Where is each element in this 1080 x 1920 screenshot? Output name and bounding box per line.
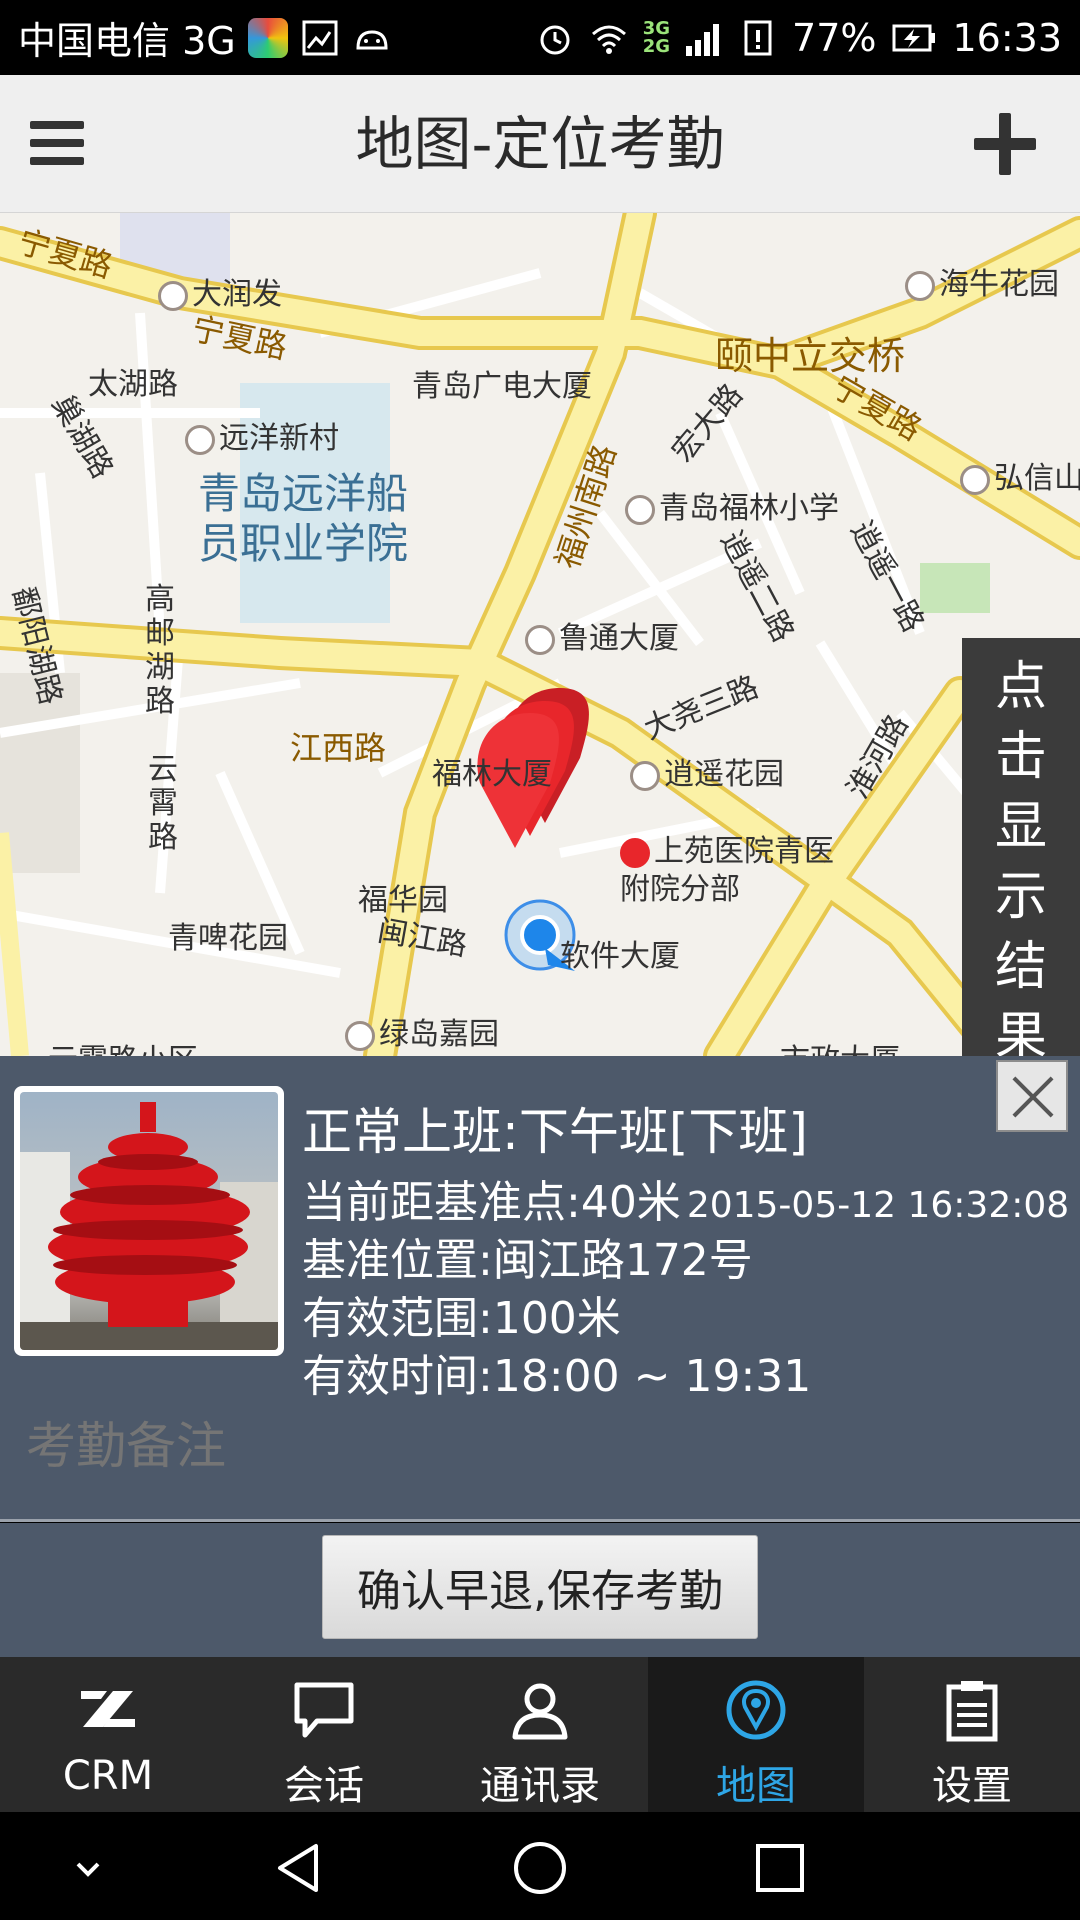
poi-name: 远洋新村: [219, 421, 339, 456]
tab-crm[interactable]: CRM: [0, 1657, 216, 1812]
building-poi-icon: [960, 464, 990, 495]
tab-settings[interactable]: 设置: [864, 1657, 1080, 1812]
system-navigation-bar: [0, 1812, 1080, 1920]
map-label-poi: 弘信山: [960, 453, 1080, 497]
action-bar: 确认早退,保存考勤: [0, 1523, 1080, 1657]
tab-contacts[interactable]: 通讯录: [432, 1657, 648, 1812]
divider: [0, 1519, 1080, 1522]
poi-name: 绿岛嘉园: [379, 1017, 499, 1052]
school-poi-icon: [625, 494, 655, 525]
building-poi-icon: [525, 624, 555, 655]
map-label-poi: 海牛花园: [905, 259, 1059, 303]
show-results-panel[interactable]: 点击显示结果页: [962, 638, 1080, 1056]
shopping-poi-icon: [158, 280, 188, 311]
map-label-poi: 上苑医院青医附院分部: [620, 833, 860, 909]
app-notification-icon: [247, 17, 288, 58]
map-label-bridge: 颐中立交桥: [715, 334, 906, 378]
carrier-label: 中国电信 3G: [18, 19, 236, 63]
map-label-road: 江西路: [290, 729, 387, 767]
alarm-clock-icon: [540, 25, 570, 54]
sim-alert-icon: [744, 20, 772, 55]
battery-percent: 77%: [792, 15, 877, 60]
map-label-road: 太湖路: [88, 367, 178, 402]
tab-label: CRM: [62, 1753, 154, 1799]
record-timestamp: 2015-05-12 16:32:08: [686, 1185, 1070, 1226]
attendance-info-panel: 正常上班:下午班[下班] 当前距基准点:40米 2015-05-12 16:32:…: [0, 1056, 1080, 1522]
android-icon: [356, 29, 388, 49]
network-3g-label: 3G: [642, 17, 671, 39]
map-label-school: 青岛远洋船员职业学院: [198, 469, 409, 568]
hide-keyboard-chevron-icon[interactable]: [60, 1840, 116, 1896]
building-poi-icon: [905, 270, 935, 301]
wifi-icon: [591, 25, 626, 54]
tab-label: 会话: [284, 1763, 364, 1809]
building-poi-icon: [630, 760, 660, 791]
valid-time-text: 有效时间:18:00 ~ 19:31: [302, 1351, 812, 1402]
map-view[interactable]: 宁夏路 宁夏路 宁夏路 大润发 海牛花园 太湖路 青岛广电大厦 颐中立交桥 巢湖…: [0, 213, 1080, 1056]
poi-name: 青岛福林小学: [659, 491, 839, 526]
building-poi-icon: [345, 1020, 375, 1051]
poi-name: 上苑医院青医附院分部: [620, 834, 834, 907]
poi-name: 海牛花园: [939, 267, 1059, 302]
tab-chat[interactable]: 会话: [216, 1657, 432, 1812]
may-fourth-sculpture-image: [20, 1102, 278, 1350]
recent-apps-square-icon[interactable]: [752, 1840, 808, 1896]
map-label-poi: 软件大厦: [560, 939, 680, 974]
plus-icon[interactable]: [970, 109, 1040, 179]
building-poi-icon: [185, 424, 215, 455]
distance-line: 当前距基准点:40米 2015-05-12 16:32:08: [302, 1166, 1069, 1230]
network-type: 3G 2G: [642, 17, 671, 57]
clipboard-settings-icon: [946, 1681, 998, 1742]
bottom-tab-bar: CRM 会话 通讯录 地图 设置: [0, 1657, 1080, 1812]
map-label-road: 云霄路: [148, 752, 178, 855]
home-circle-icon[interactable]: [512, 1840, 568, 1896]
battery-charging-icon: [892, 24, 936, 51]
poi-name: 弘信山: [994, 461, 1080, 496]
map-label-poi: 绿岛嘉园: [345, 1009, 499, 1053]
page-title: 地图-定位考勤: [355, 110, 725, 178]
back-triangle-icon[interactable]: [272, 1840, 328, 1896]
poi-name: 逍遥花园: [664, 757, 784, 792]
map-label-poi: 青岛广电大厦: [412, 369, 592, 404]
map-label-poi: 福林大厦: [432, 757, 552, 792]
map-pin-icon: [726, 1680, 786, 1740]
chat-bubble-icon: [294, 1682, 354, 1738]
map-label-poi: 青啤花园: [168, 921, 288, 956]
map-label-poi: 远洋新村: [185, 413, 339, 457]
location-photo: [14, 1086, 284, 1356]
map-label-poi: 市政大厦: [780, 1035, 900, 1056]
map-label-poi: 逍遥花园: [630, 749, 784, 793]
confirm-save-attendance-button[interactable]: 确认早退,保存考勤: [322, 1535, 758, 1639]
crm-logo-icon: [81, 1691, 135, 1727]
hospital-poi-icon: [620, 837, 650, 868]
close-icon[interactable]: [996, 1060, 1068, 1132]
network-2g-label: 2G: [642, 35, 671, 57]
show-results-label: 点击显示结果页: [994, 657, 1047, 1056]
tab-label: 通讯录: [480, 1763, 600, 1809]
distance-text: 当前距基准点:40米: [302, 1177, 681, 1228]
attendance-remark-input[interactable]: [26, 1411, 1054, 1481]
app-header: 地图-定位考勤: [0, 75, 1080, 213]
base-location-text: 基准位置:闽江路172号: [302, 1235, 753, 1286]
tab-map[interactable]: 地图: [648, 1657, 864, 1812]
map-label-poi: 鲁通大厦: [525, 613, 679, 657]
poi-name: 大润发: [192, 277, 282, 312]
map-label-poi: 云霄路小区: [48, 1035, 198, 1056]
map-label-road: 高邮湖路: [145, 582, 175, 719]
clock-time: 16:33: [952, 15, 1062, 60]
image-notification-icon: [302, 20, 338, 55]
tab-label: 地图: [716, 1763, 796, 1809]
poi-name: 鲁通大厦: [559, 621, 679, 656]
signal-icon: [686, 23, 720, 56]
map-label-poi: 大润发: [158, 269, 282, 313]
tab-label: 设置: [932, 1763, 1012, 1809]
attendance-status-title: 正常上班:下午班[下班]: [302, 1103, 808, 1161]
contacts-person-icon: [512, 1683, 568, 1740]
status-bar: 中国电信 3G 3G 2G 77% 16:33: [0, 0, 1080, 75]
valid-range-text: 有效范围:100米: [302, 1293, 621, 1344]
map-label-poi: 青岛福林小学: [625, 483, 839, 527]
